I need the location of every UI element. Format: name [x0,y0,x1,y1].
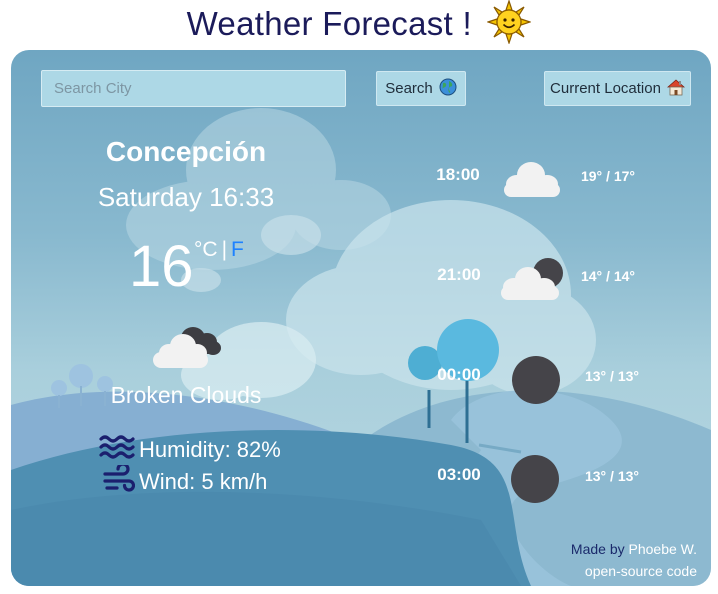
forecast-time: 03:00 [437,465,481,484]
search-button-label: Search [385,80,433,97]
moon-cloud-icon [498,255,566,307]
cloud-icon [501,157,563,203]
weather-card: Search Current Location Concepción Satur… [11,50,711,586]
moon-icon [511,355,561,409]
waves-icon [99,434,135,466]
forecast-time: 21:00 [437,265,481,284]
forecast-temps: 13° / 13° [584,368,639,384]
forecast-temps: 13° / 13° [584,468,639,484]
house-icon [666,78,686,100]
search-input[interactable] [41,70,346,107]
unit-separator: | [221,238,228,261]
landscape-illustration [11,108,711,586]
humidity-label: Humidity: 82% [139,437,281,462]
footer-credit: Made by Phoebe W. open-source code [571,538,697,582]
globe-icon [439,78,457,100]
current-location-button[interactable]: Current Location [544,71,691,106]
forecast-temps: 19° / 17° [580,168,635,184]
sun-emoji-icon [486,0,533,53]
city-name: Concepción [105,136,267,167]
page-title: Weather Forecast ! [0,0,718,45]
unit-celsius[interactable]: °C [194,238,218,261]
condition-description: Broken Clouds [110,382,262,408]
current-temperature: 16 [129,234,194,299]
humidity-stat: Humidity: 82% [99,434,281,466]
current-datetime: Saturday 16:33 [97,182,275,212]
moon-icon [510,454,560,508]
current-location-label: Current Location [550,80,661,97]
wind-icon [103,462,136,499]
forecast-time: 18:00 [436,165,480,184]
forecast-time: 00:00 [437,365,481,384]
source-code-link[interactable]: open-source code [571,560,697,582]
page-title-text: Weather Forecast ! [186,5,472,43]
broken-clouds-icon [149,320,225,374]
wind-stat: Wind: 5 km/h [103,462,268,499]
unit-fahrenheit-link[interactable]: F [231,238,244,261]
forecast-temps: 14° / 14° [580,268,635,284]
author-link[interactable]: Phoebe W. [629,541,698,557]
made-by-text: Made by [570,541,625,557]
wind-label: Wind: 5 km/h [139,469,268,494]
unit-toggle: °C | F [194,238,244,262]
search-button[interactable]: Search [376,71,466,106]
